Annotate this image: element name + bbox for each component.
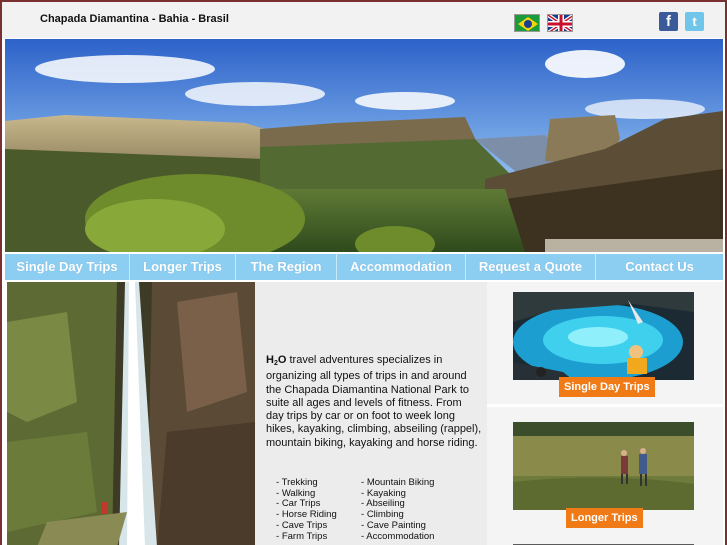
- nav-longer-trips[interactable]: Longer Trips: [130, 254, 236, 280]
- single-day-trips-button[interactable]: Single Day Trips: [559, 377, 655, 397]
- brazil-flag-globe: [524, 20, 532, 28]
- list-item: Cave Painting: [361, 520, 434, 532]
- intro-paragraph: H2O travel adventures specializes in org…: [266, 354, 482, 450]
- twitter-icon[interactable]: t: [685, 12, 704, 31]
- hero-image: [5, 39, 723, 252]
- nav-accommodation[interactable]: Accommodation: [337, 254, 466, 280]
- nav-request-a-quote[interactable]: Request a Quote: [466, 254, 596, 280]
- main-nav: Single Day Trips Longer Trips The Region…: [5, 254, 723, 280]
- activities-list-left: Trekking Walking Car Trips Horse Riding …: [276, 477, 337, 543]
- list-item: Accommodation: [361, 531, 434, 543]
- nav-contact-us[interactable]: Contact Us: [596, 254, 723, 280]
- facebook-icon[interactable]: f: [659, 12, 678, 31]
- top-bar: Chapada Diamantina - Bahia - Brasil f t: [2, 2, 725, 38]
- brand-name: H2O: [266, 354, 287, 367]
- list-item: Farm Trips: [276, 531, 337, 543]
- brazil-flag-icon[interactable]: [514, 14, 540, 32]
- nav-the-region[interactable]: The Region: [236, 254, 337, 280]
- intro-text: travel adventures specializes in organiz…: [266, 354, 482, 449]
- longer-trips-button[interactable]: Longer Trips: [566, 508, 643, 528]
- list-item: Cave Trips: [276, 520, 337, 532]
- site-title: Chapada Diamantina - Bahia - Brasil: [40, 13, 229, 25]
- nav-single-day-trips[interactable]: Single Day Trips: [5, 254, 130, 280]
- promo-column: Single Day Trips Longer Trips: [487, 282, 723, 545]
- activities-list-right: Mountain Biking Kayaking Abseiling Climb…: [361, 477, 434, 543]
- single-day-trips-image[interactable]: [513, 292, 694, 380]
- promo-divider: [487, 404, 723, 407]
- waterfall-image: [7, 282, 255, 545]
- intro-section: H2O travel adventures specializes in org…: [255, 282, 487, 545]
- longer-trips-image[interactable]: [513, 422, 694, 510]
- page-frame: Chapada Diamantina - Bahia - Brasil f t: [0, 0, 727, 545]
- uk-flag-icon[interactable]: [547, 14, 573, 32]
